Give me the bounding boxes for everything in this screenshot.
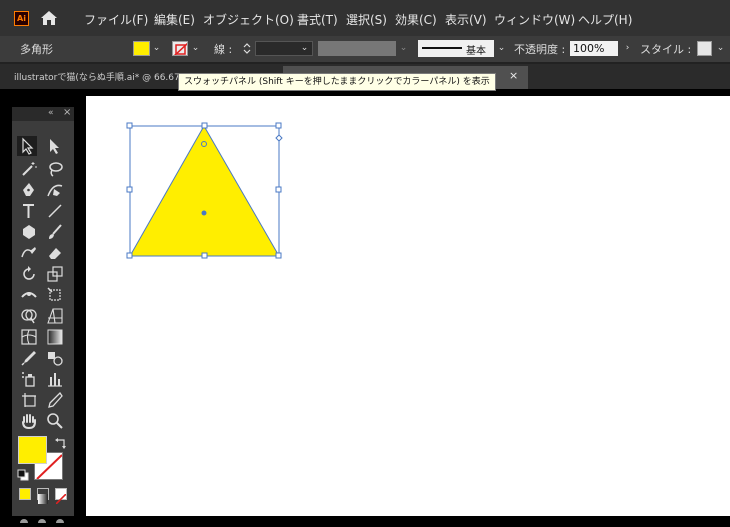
width-tool-icon[interactable] [19,285,39,305]
column-graph-icon[interactable] [45,369,65,389]
none-mode-button[interactable] [55,488,67,505]
hand-tool-icon[interactable] [19,411,39,431]
handle [201,122,208,129]
symbol-sprayer-icon[interactable] [19,369,39,389]
handle [126,122,133,129]
center-point [201,210,207,216]
default-colors-icon[interactable] [17,466,29,481]
zoom-tool-icon[interactable] [45,411,65,431]
gradient-mode-button[interactable] [37,488,49,504]
free-transform-icon[interactable] [45,285,65,305]
eraser-icon[interactable] [45,243,65,263]
close-icon[interactable]: × [63,107,71,118]
direct-selection-icon[interactable] [44,136,64,156]
selection-arrow-icon[interactable] [17,136,37,156]
collapse-icon[interactable]: « [48,108,54,118]
handle [275,186,282,193]
swap-icon[interactable] [55,434,67,449]
handle [275,252,282,259]
rotate-widget [275,134,283,142]
curvature-tool-icon[interactable] [45,180,65,200]
rotate-tool-icon[interactable] [19,264,39,284]
mesh-tool-icon[interactable] [19,327,39,347]
eyedropper-icon[interactable] [19,348,39,368]
artboard-tool-icon[interactable] [19,390,39,410]
handle [126,186,133,193]
shape-builder-icon[interactable] [19,306,39,326]
color-mode-button[interactable] [19,488,31,500]
drawing-mode-icons[interactable] [19,508,65,527]
shaper-tool-icon[interactable] [19,243,39,263]
handle [126,252,133,259]
handle [201,252,208,259]
pen-tool-icon[interactable] [19,180,39,200]
handle [275,122,282,129]
triangle-shape [129,124,280,257]
gradient-tool-icon[interactable] [45,327,65,347]
perspective-grid-icon[interactable] [45,306,65,326]
type-tool-icon[interactable] [19,201,39,221]
fill-indicator[interactable] [18,436,47,464]
toolbox-header[interactable]: « × [12,107,74,121]
tooltip: スウォッチパネル (Shift キーを押したままクリックでカラーパネル) を表示 [178,73,496,91]
scale-tool-icon[interactable] [45,264,65,284]
slice-tool-icon[interactable] [45,390,65,410]
line-tool-icon[interactable] [45,201,65,221]
magic-wand-icon[interactable] [19,159,39,179]
shape-tool-icon[interactable] [19,222,39,242]
paintbrush-icon[interactable] [45,222,65,242]
blend-tool-icon[interactable] [45,348,65,368]
lasso-icon[interactable] [45,159,65,179]
